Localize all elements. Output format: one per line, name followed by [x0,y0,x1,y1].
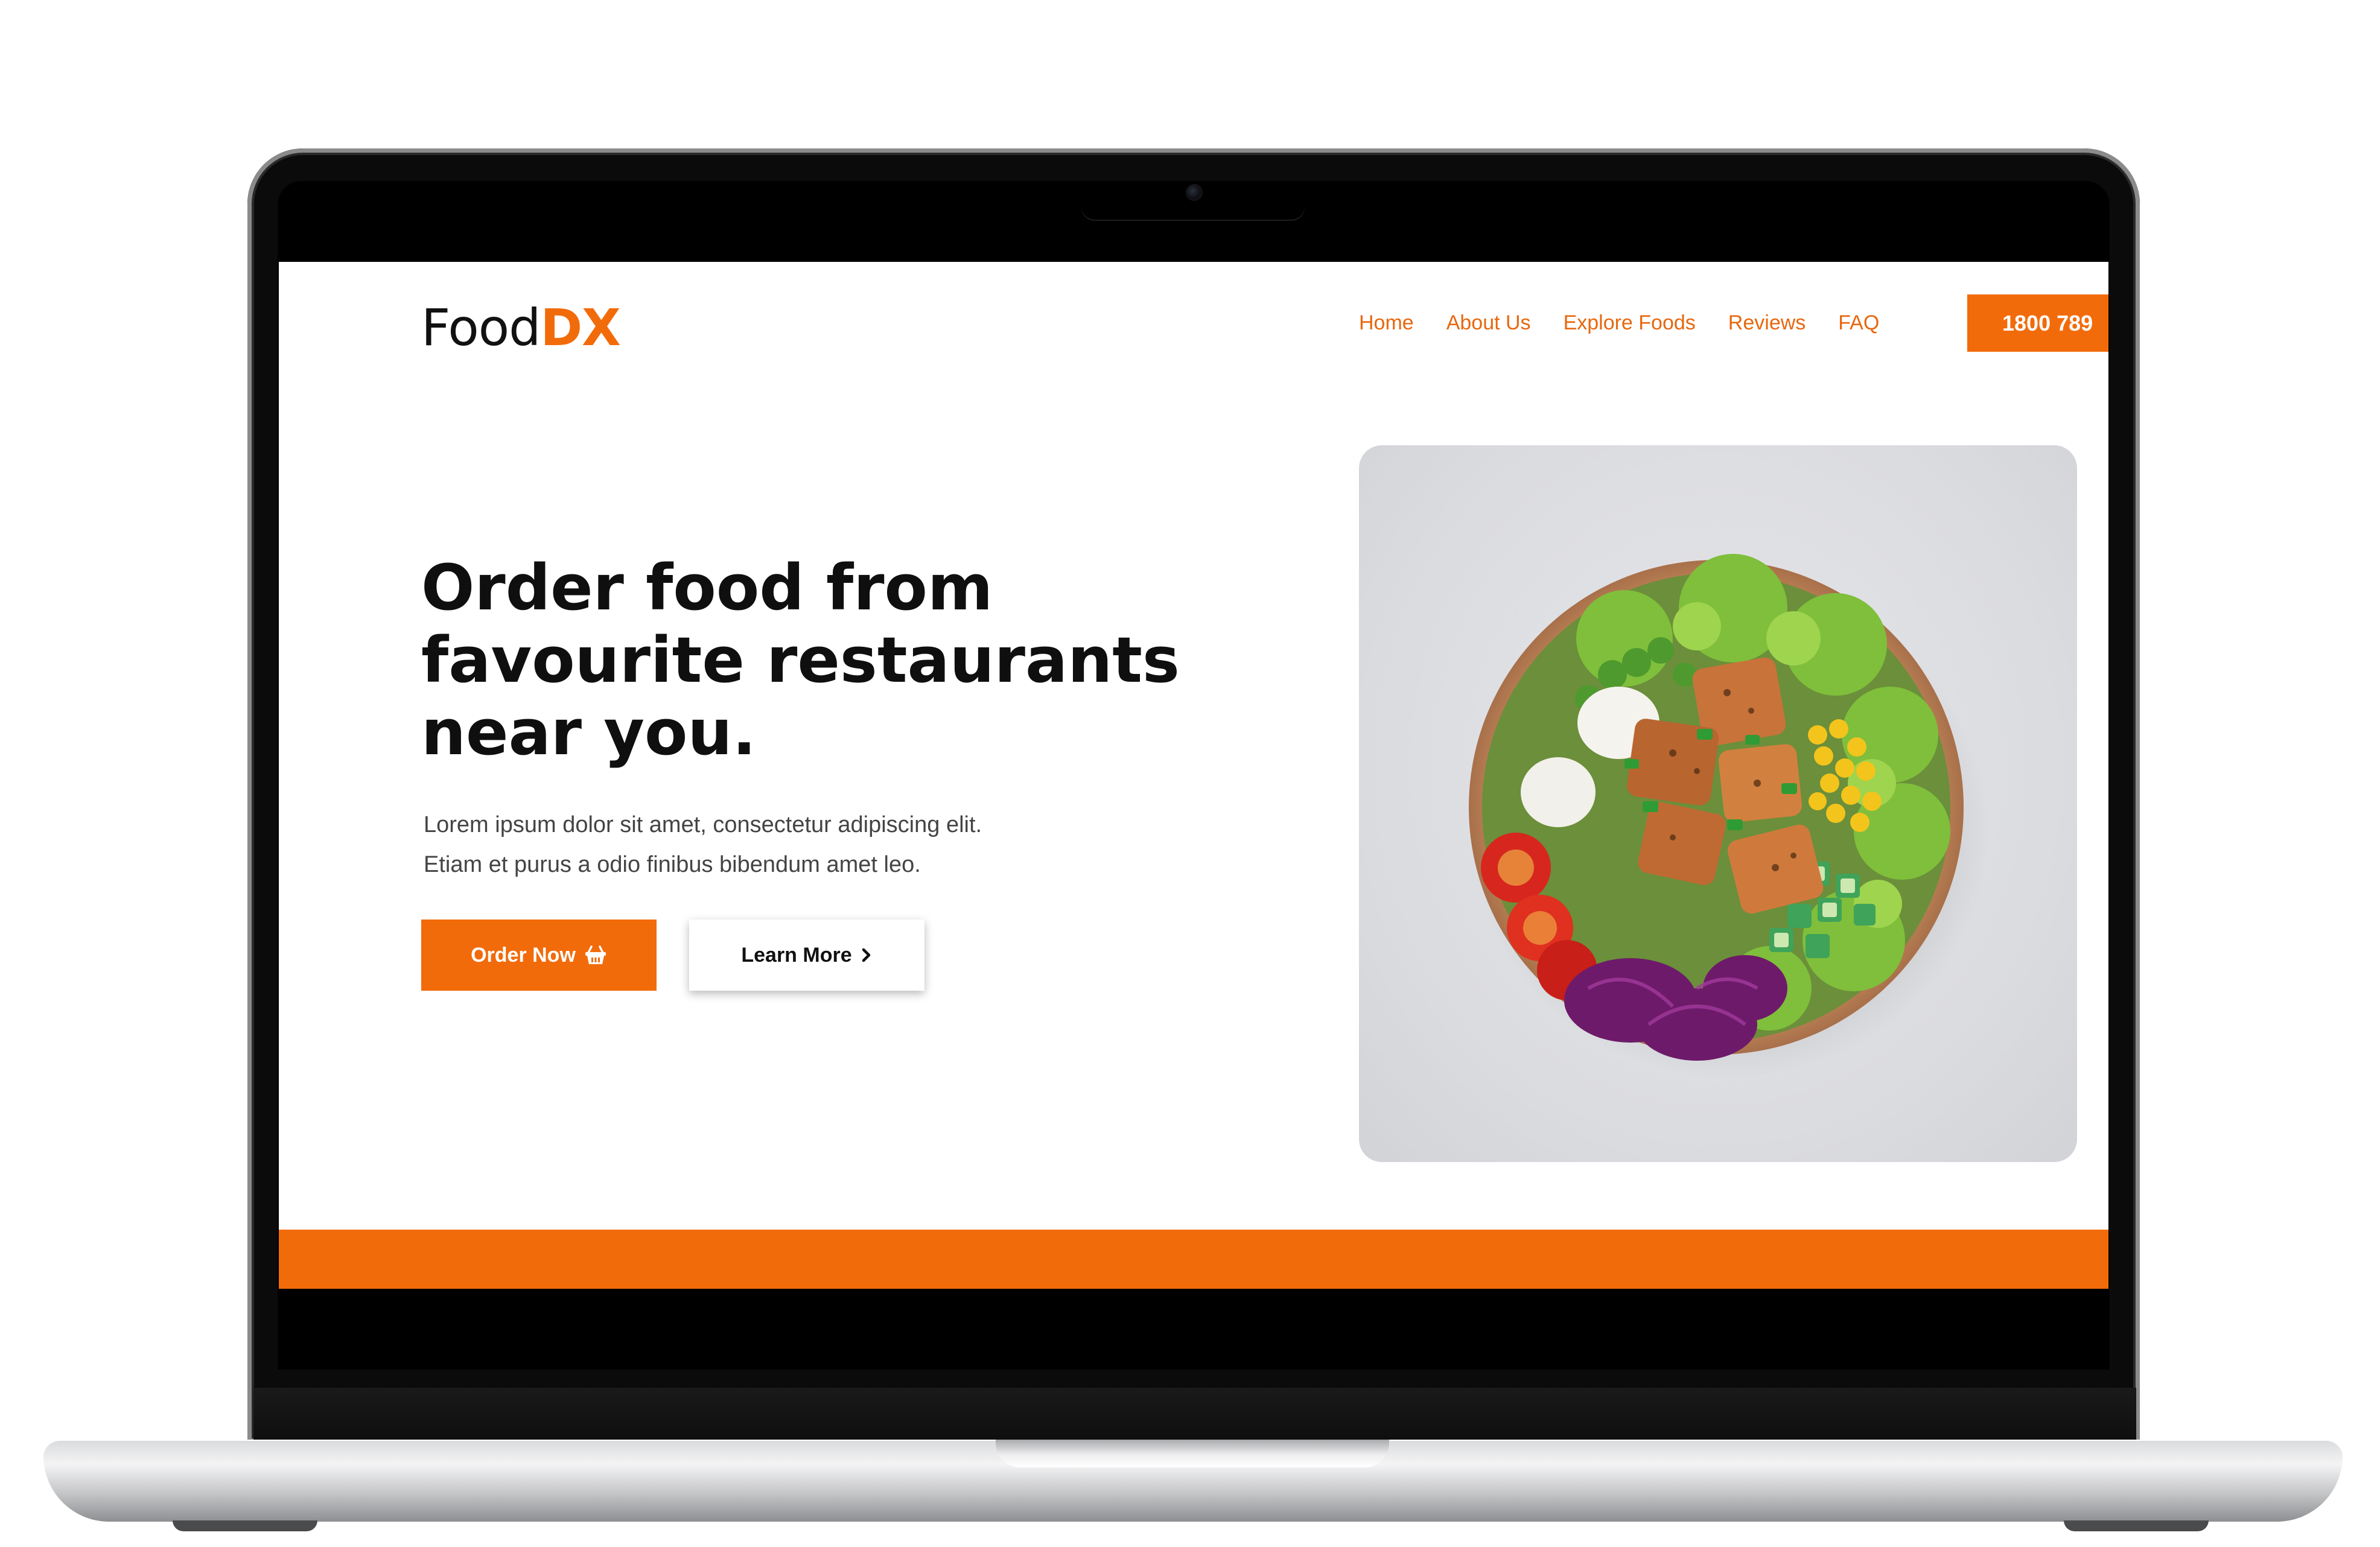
nav-link-home[interactable]: Home [1359,311,1414,335]
nav-link-about-us[interactable]: About Us [1446,311,1531,335]
learn-more-button[interactable]: Learn More [689,920,924,991]
main-nav: Home About Us Explore Foods Reviews FAQ [1359,311,1912,335]
laptop-screen: FoodDX Home About Us Explore Foods Revie… [279,262,2108,1370]
nav-link-explore-foods[interactable]: Explore Foods [1564,311,1696,335]
order-now-button[interactable]: Order Now [421,920,657,991]
hero-description: Lorem ipsum dolor sit amet, consectetur … [424,805,1148,885]
website: FoodDX Home About Us Explore Foods Revie… [279,262,2108,1289]
hero-description-line: Etiam et purus a odio finibus bibendum a… [424,852,921,877]
learn-more-label: Learn More [741,943,852,967]
salad-bowl-photo [1469,554,1990,1079]
laptop-foot-right [2064,1520,2209,1531]
shopping-basket-icon [584,945,607,965]
hero-title: Order food from favourite restaurants ne… [421,551,1326,769]
webcam [1186,184,1203,201]
logo-text-accent: DX [540,298,620,357]
nav-link-faq[interactable]: FAQ [1838,311,1879,335]
lid-bottom-bezel [253,1388,2136,1442]
hero-title-line: Order food from [421,551,993,624]
logo-text-main: Food [421,298,541,357]
hero-title-line: near you. [421,696,757,769]
hero-description-line: Lorem ipsum dolor sit amet, consectetur … [424,812,982,837]
laptop-foot-left [173,1520,317,1531]
phone-number-button[interactable]: 1800 789 [1967,294,2108,352]
orange-footer-band [279,1230,2108,1289]
lid-opening-notch [996,1440,1389,1467]
nav-link-reviews[interactable]: Reviews [1728,311,1806,335]
site-logo[interactable]: FoodDX [421,298,621,357]
hero-food-image [1359,445,2077,1162]
order-now-label: Order Now [471,943,576,967]
hero-title-line: favourite restaurants [421,623,1180,697]
chevron-right-icon [861,947,873,963]
